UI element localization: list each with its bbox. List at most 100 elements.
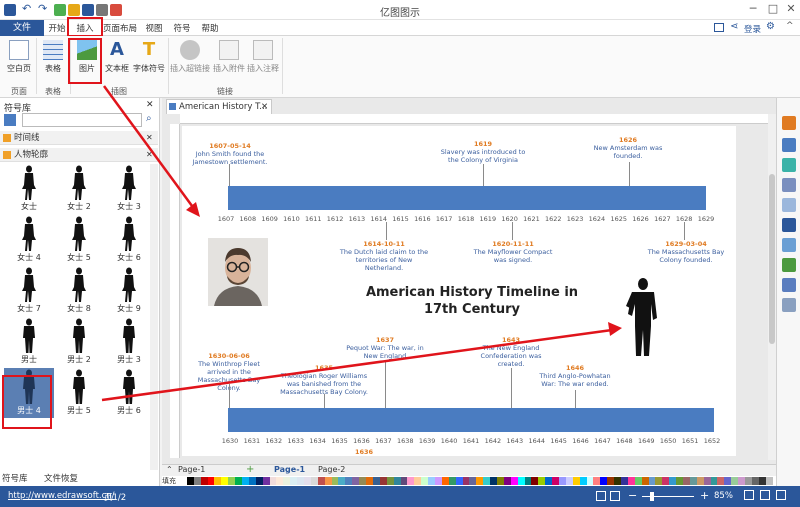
event-1646[interactable]: 1646 Third Anglo-Powhatan War: The war e… [532,364,618,388]
shape-item[interactable]: 女士 7 [4,266,54,316]
color-swatch[interactable] [627,477,635,485]
color-swatch[interactable] [545,477,553,485]
event-1619[interactable]: 1619 Slavery was introduced to the Colon… [438,140,528,164]
color-swatch[interactable] [710,477,718,485]
hyperlink-button[interactable]: 插入超链接 [170,38,210,84]
color-swatch[interactable] [517,477,525,485]
event-1620[interactable]: 1620-11-11 The Mayflower Compact was sig… [468,240,558,264]
color-swatch[interactable] [297,477,305,485]
page-up-icon[interactable]: ⌃ [166,465,173,474]
color-swatch[interactable] [738,477,746,485]
fill-icon[interactable] [782,158,796,172]
close-tab-icon[interactable]: ✕ [261,100,268,114]
color-swatch[interactable] [621,477,628,485]
shape-item[interactable]: 男士 5 [54,368,104,418]
color-swatch[interactable] [248,477,256,485]
color-swatch[interactable] [242,477,249,485]
tab-symbol-library[interactable]: 符号库 [2,472,28,484]
minimize-button[interactable]: ─ [744,2,762,18]
library-scrollbar[interactable] [150,164,158,470]
page-tab-2[interactable]: Page-2 [318,465,345,474]
fit-page-icon[interactable] [596,491,606,501]
scrollbar-thumb[interactable] [769,174,775,344]
layers-icon[interactable] [782,238,796,252]
color-swatch[interactable] [283,477,291,485]
shape-item[interactable]: 女士 [4,164,54,214]
gear-icon[interactable]: ⚙ [766,21,775,32]
color-swatch[interactable] [538,477,546,485]
tab-view[interactable]: 视图 [142,22,166,36]
shape-item[interactable]: 男士 2 [54,317,104,367]
portrait-image[interactable] [208,238,268,306]
timeline-title[interactable]: American History Timeline in 17th Centur… [350,284,594,318]
color-swatch[interactable] [414,477,422,485]
color-swatch[interactable] [186,477,194,485]
event-1629[interactable]: 1629-03-04 The Massachusetts Bay Colony … [644,240,728,264]
color-swatch[interactable] [496,477,504,485]
page-setup-icon[interactable] [782,258,796,272]
data-icon[interactable] [782,218,796,232]
color-swatch[interactable] [262,477,270,485]
fullscreen-icon[interactable] [744,490,754,500]
shape-item[interactable]: 女士 9 [104,266,154,316]
color-swatch[interactable] [483,477,491,485]
color-swatch[interactable] [304,477,311,485]
color-swatch[interactable] [180,477,187,485]
color-swatch[interactable] [407,477,415,485]
document-tab[interactable]: American History T... ✕ [166,99,272,114]
color-swatch[interactable] [338,477,346,485]
website-link[interactable]: http://www.edrawsoft.cn/ [8,491,115,501]
color-swatch[interactable] [503,477,511,485]
color-swatch[interactable] [207,477,215,485]
color-swatch[interactable] [572,477,580,485]
shape-item[interactable]: 女士 3 [104,164,154,214]
color-swatch[interactable] [717,477,725,485]
close-panel-icon[interactable]: ✕ [146,100,154,110]
library-search-input[interactable] [22,113,142,127]
color-swatch[interactable] [634,477,642,485]
color-swatch[interactable] [607,477,615,485]
color-swatch[interactable] [359,477,367,485]
color-swatch[interactable] [276,477,284,485]
color-swatch[interactable] [689,477,697,485]
color-swatch[interactable] [290,477,298,485]
event-1607[interactable]: 1607-05-14 John Smith found the Jamestow… [190,142,270,166]
tab-symbols[interactable]: 符号 [170,22,194,36]
share-icon[interactable]: ⋖ [730,21,738,32]
color-swatch[interactable] [214,477,222,485]
attachment-button[interactable]: 插入附件 [212,38,246,84]
library-menu-icon[interactable] [4,114,16,126]
comment-icon[interactable] [782,278,796,292]
category-timeline[interactable]: 时间线 [0,131,158,145]
category-person-silhouettes[interactable]: 人物轮廓 [0,148,158,162]
close-button[interactable]: ✕ [782,2,800,18]
zoom-in-icon[interactable]: + [700,489,709,502]
shape-item[interactable]: 女士 5 [54,215,104,265]
color-swatch[interactable] [490,477,497,485]
color-swatch[interactable] [462,477,470,485]
color-swatch[interactable] [593,477,601,485]
color-swatch[interactable] [724,477,732,485]
event-1635[interactable]: 1635 Theologian Roger Williams was banis… [278,364,370,396]
event-1614[interactable]: 1614-10-11 The Dutch laid claim to the t… [338,240,430,272]
shape-item[interactable]: 女士 4 [4,215,54,265]
search-icon[interactable]: ⌕ [146,113,152,124]
line-style-icon[interactable] [782,138,796,152]
color-swatch[interactable] [600,477,608,485]
color-swatch[interactable] [683,477,690,485]
color-swatch[interactable] [310,477,318,485]
color-swatch[interactable] [366,477,373,485]
fit-width-icon[interactable] [610,491,620,501]
maximize-button[interactable]: □ [764,2,782,18]
color-swatch[interactable] [476,477,484,485]
color-swatch[interactable] [614,477,621,485]
color-swatch[interactable] [751,477,759,485]
tab-help[interactable]: 帮助 [198,22,222,36]
login-link[interactable]: 登录 [744,23,761,35]
window-icon[interactable] [714,23,724,32]
color-swatch[interactable] [655,477,663,485]
color-swatch[interactable] [510,477,518,485]
color-swatch[interactable] [531,477,539,485]
event-1637[interactable]: 1637 Pequot War: The war, in New England [342,336,428,360]
color-swatch[interactable] [193,477,201,485]
